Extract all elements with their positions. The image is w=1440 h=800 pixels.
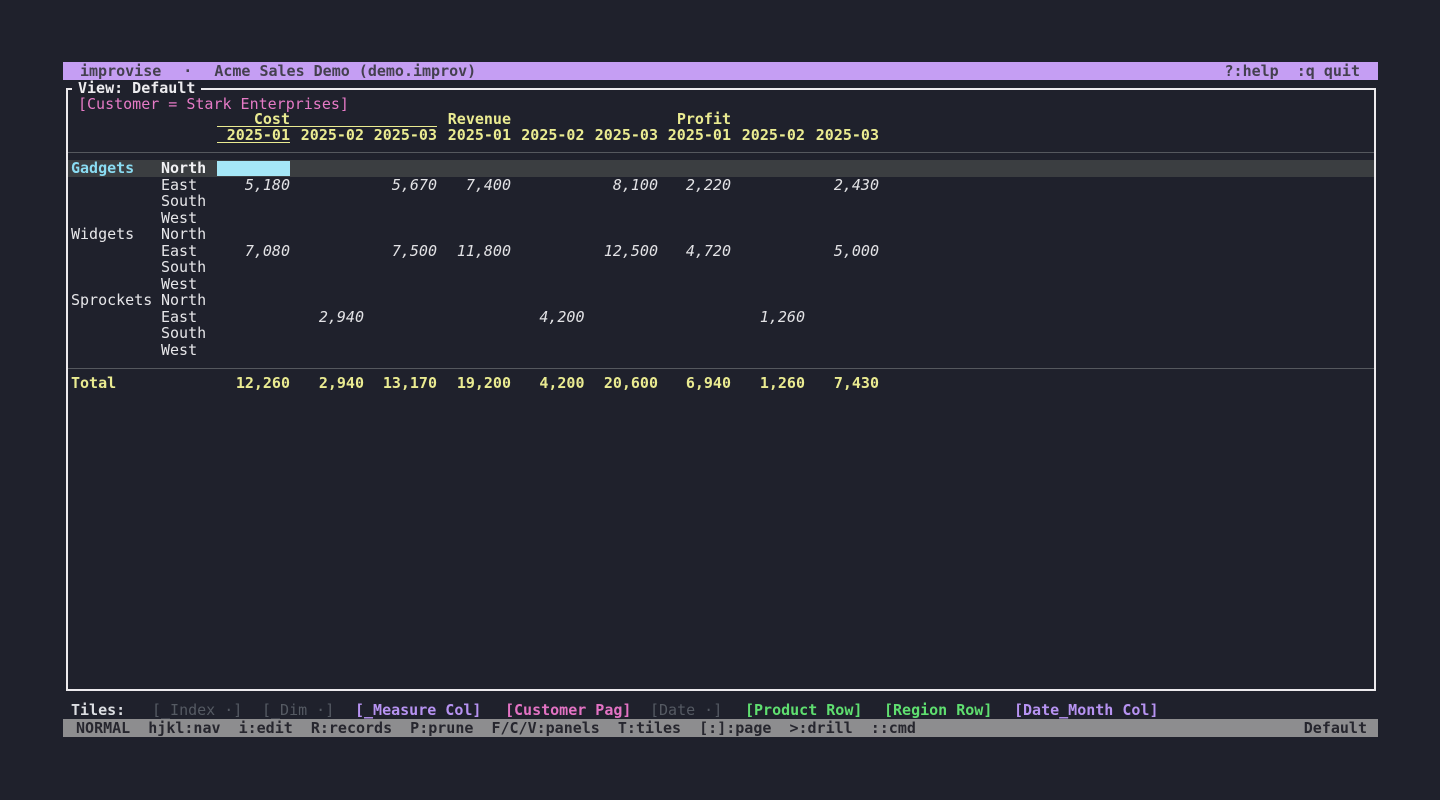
pivot-cell-r9-c4[interactable]: 4,200 (511, 309, 585, 326)
header-separator (68, 152, 1374, 153)
pivot-cell-r5-c5[interactable]: 12,500 (585, 243, 659, 260)
region-label-north[interactable]: North (161, 160, 206, 177)
measure-group-profit[interactable]: Profit (658, 112, 732, 127)
title-separator-dot: · (183, 62, 192, 80)
region-label-west[interactable]: West (161, 210, 197, 227)
pivot-cell-r1-c3[interactable]: 7,400 (438, 177, 512, 194)
pivot-row-5-east[interactable]: East 7,080 7,50011,800 12,5004,720 5,000 (68, 243, 1374, 260)
column-header-7-2025-02[interactable]: 2025-02 (732, 128, 806, 143)
pivot-row-8-sprockets-north[interactable]: Sprockets North (68, 292, 1374, 309)
total-cell-c8: 7,430 (806, 375, 880, 392)
pivot-cell-r5-c6[interactable]: 4,720 (658, 243, 732, 260)
pivot-row-10-south[interactable]: South (68, 325, 1374, 342)
title-bar: improvise · Acme Sales Demo (demo.improv… (63, 62, 1378, 80)
pivot-cell-r5-c3[interactable]: 11,800 (438, 243, 512, 260)
improvise-terminal: improvise · Acme Sales Demo (demo.improv… (63, 62, 1378, 737)
pivot-cell-r1-c5[interactable]: 8,100 (585, 177, 659, 194)
product-label-widgets[interactable]: Widgets (71, 226, 134, 243)
column-header-8-2025-03[interactable]: 2025-03 (806, 128, 880, 143)
tile-product-row[interactable]: [Product Row] (745, 702, 862, 719)
tiles-bar-label: Tiles: (71, 702, 125, 719)
pivot-cell-r5-c2[interactable]: 7,500 (364, 243, 438, 260)
pivot-cell-r9-c7[interactable]: 1,260 (732, 309, 806, 326)
total-cell-c7: 1,260 (732, 375, 806, 392)
tile-customer-pag[interactable]: [Customer Pag] (505, 702, 631, 719)
total-cell-c2: 13,170 (364, 375, 438, 392)
total-separator (68, 368, 1374, 369)
column-header-1-2025-02[interactable]: 2025-02 (291, 128, 365, 143)
cell-cursor[interactable] (217, 161, 291, 177)
column-header-4-2025-02[interactable]: 2025-02 (511, 128, 585, 143)
document-title: Acme Sales Demo (demo.improv) (214, 62, 476, 80)
tile-region-row[interactable]: [Region Row] (884, 702, 992, 719)
pivot-row-4-widgets-north[interactable]: Widgets North (68, 226, 1374, 243)
status-view-name: Default (1304, 719, 1378, 737)
product-label-sprockets[interactable]: Sprockets (71, 292, 152, 309)
desktop-background: improvise · Acme Sales Demo (demo.improv… (0, 0, 1440, 800)
view-title: View: Default (72, 80, 201, 96)
region-label-west[interactable]: West (161, 342, 197, 359)
total-cell-c6: 6,940 (658, 375, 732, 392)
tiles-bar: Tiles: [_Index ·] [_Dim ·] [_Measure Col] [… (63, 702, 1378, 719)
pivot-cell-r1-c6[interactable]: 2,220 (658, 177, 732, 194)
tile-date-month-col[interactable]: [Date_Month Col] (1014, 702, 1159, 719)
region-label-east[interactable]: East (161, 309, 197, 326)
region-label-south[interactable]: South (161, 193, 206, 210)
column-header-3-2025-01[interactable]: 2025-01 (438, 128, 512, 143)
total-row: Total 12,2602,94013,17019,2004,20020,600… (68, 375, 1374, 392)
pivot-row-11-west[interactable]: West (68, 342, 1374, 359)
region-label-west[interactable]: West (161, 276, 197, 293)
total-cell-c3: 19,200 (438, 375, 512, 392)
title-bar-left: improvise · Acme Sales Demo (demo.improv… (63, 62, 476, 80)
help-quit-hints: ?:help :q quit (1225, 62, 1378, 80)
total-cell-c5: 20,600 (585, 375, 659, 392)
total-label: Total (71, 375, 116, 392)
app-name: improvise (80, 62, 161, 80)
pivot-row-9-east[interactable]: East 2,940 4,200 1,260 (68, 309, 1374, 326)
pivot-cell-r1-c2[interactable]: 5,670 (364, 177, 438, 194)
product-label-gadgets[interactable]: Gadgets (71, 160, 134, 177)
measure-group-cost[interactable]: Cost (217, 112, 438, 127)
customer-filter-badge[interactable]: [Customer = Stark Enterprises] (78, 96, 349, 112)
pivot-cell-r5-c0[interactable]: 7,080 (217, 243, 291, 260)
pivot-cell-r1-c0[interactable]: 5,180 (217, 177, 291, 194)
column-header-0-2025-01[interactable]: 2025-01 (217, 128, 291, 143)
column-header-6-2025-01[interactable]: 2025-01 (658, 128, 732, 143)
pivot-row-1-east[interactable]: East 5,180 5,6707,400 8,1002,220 2,430 (68, 177, 1374, 194)
column-header-5-2025-03[interactable]: 2025-03 (585, 128, 659, 143)
tile-index[interactable]: [_Index ·] (152, 702, 242, 719)
total-cell-c0: 12,260 (217, 375, 291, 392)
total-cell-c1: 2,940 (291, 375, 365, 392)
pivot-row-3-west[interactable]: West (68, 210, 1374, 227)
pivot-row-0-gadgets-north[interactable]: Gadgets North (68, 160, 1374, 177)
tile-dim[interactable]: [_Dim ·] (262, 702, 334, 719)
measure-group-revenue[interactable]: Revenue (438, 112, 512, 127)
region-label-east[interactable]: East (161, 243, 197, 260)
region-label-south[interactable]: South (161, 325, 206, 342)
region-label-north[interactable]: North (161, 292, 206, 309)
column-header-2-2025-03[interactable]: 2025-03 (364, 128, 438, 143)
region-label-south[interactable]: South (161, 259, 206, 276)
pivot-cell-r1-c8[interactable]: 2,430 (806, 177, 880, 194)
tile-date[interactable]: [Date ·] (650, 702, 722, 719)
pivot-cell-r9-c1[interactable]: 2,940 (291, 309, 365, 326)
status-bar: NORMAL hjkl:nav i:edit R:records P:prune… (63, 719, 1378, 737)
region-label-north[interactable]: North (161, 226, 206, 243)
pivot-cell-r5-c8[interactable]: 5,000 (806, 243, 880, 260)
pivot-row-7-west[interactable]: West (68, 276, 1374, 293)
tile-measure-col[interactable]: [_Measure Col] (355, 702, 481, 719)
total-cell-c4: 4,200 (511, 375, 585, 392)
pivot-row-6-south[interactable]: South (68, 259, 1374, 276)
pivot-row-2-south[interactable]: South (68, 193, 1374, 210)
region-label-east[interactable]: East (161, 177, 197, 194)
status-mode-and-keybinds: NORMAL hjkl:nav i:edit R:records P:prune… (63, 719, 916, 737)
